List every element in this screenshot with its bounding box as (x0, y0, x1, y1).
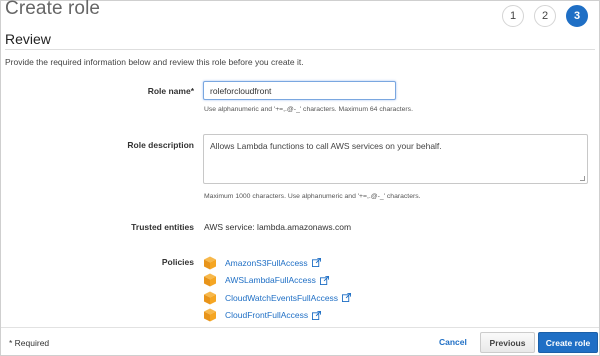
section-title: Review (5, 31, 51, 47)
intro-text: Provide the required information below a… (5, 57, 304, 67)
external-link-icon[interactable] (312, 310, 322, 320)
footer-divider (1, 327, 599, 328)
page-title: Create role (5, 0, 101, 19)
trusted-entities-label: Trusted entities (131, 222, 194, 232)
policy-link-s3[interactable]: AmazonS3FullAccess (225, 258, 308, 268)
role-name-hint: Use alphanumeric and '+=,.@-_' character… (204, 106, 413, 113)
create-role-button[interactable]: Create role (538, 332, 598, 353)
cancel-button[interactable]: Cancel (439, 337, 467, 347)
role-description-label: Role description (127, 140, 194, 150)
role-name-label: Role name* (147, 86, 194, 96)
role-description-hint: Maximum 1000 characters. Use alphanumeri… (204, 193, 421, 200)
step-1[interactable]: 1 (502, 5, 524, 27)
policies-label: Policies (161, 257, 194, 267)
policy-item: CloudFrontFullAccess (203, 307, 351, 325)
aws-box-icon (204, 256, 216, 270)
section-divider (5, 49, 595, 50)
external-link-icon[interactable] (311, 258, 321, 268)
role-description-value: Allows Lambda functions to call AWS serv… (210, 141, 442, 151)
previous-button[interactable]: Previous (480, 332, 535, 353)
wizard-frame: Create role 1 2 3 Review Provide the req… (0, 0, 600, 356)
resize-handle[interactable] (580, 176, 585, 181)
policy-link-lambda[interactable]: AWSLambdaFullAccess (225, 275, 316, 285)
step-2[interactable]: 2 (534, 5, 556, 27)
policy-link-cloudfront[interactable]: CloudFrontFullAccess (225, 310, 308, 320)
role-description-textarea[interactable]: Allows Lambda functions to call AWS serv… (203, 134, 588, 184)
policy-item: AWSLambdaFullAccess (203, 272, 351, 290)
role-name-input[interactable] (203, 81, 396, 100)
aws-box-icon (204, 273, 216, 287)
policy-item: AmazonS3FullAccess (203, 254, 351, 272)
step-indicator: 1 2 3 (502, 5, 588, 27)
policy-item: CloudWatchEventsFullAccess (203, 289, 352, 307)
step-3[interactable]: 3 (566, 5, 588, 27)
external-link-icon[interactable] (342, 293, 352, 303)
policy-link-cloudwatch-events[interactable]: CloudWatchEventsFullAccess (225, 293, 338, 303)
aws-box-icon (204, 308, 216, 322)
required-note: * Required (9, 338, 50, 348)
trusted-entities-value: AWS service: lambda.amazonaws.com (204, 222, 352, 232)
policy-list: AmazonS3FullAccess AWSLambdaFullAccess C… (203, 254, 352, 325)
external-link-icon[interactable] (319, 275, 329, 285)
aws-box-icon (204, 291, 216, 305)
